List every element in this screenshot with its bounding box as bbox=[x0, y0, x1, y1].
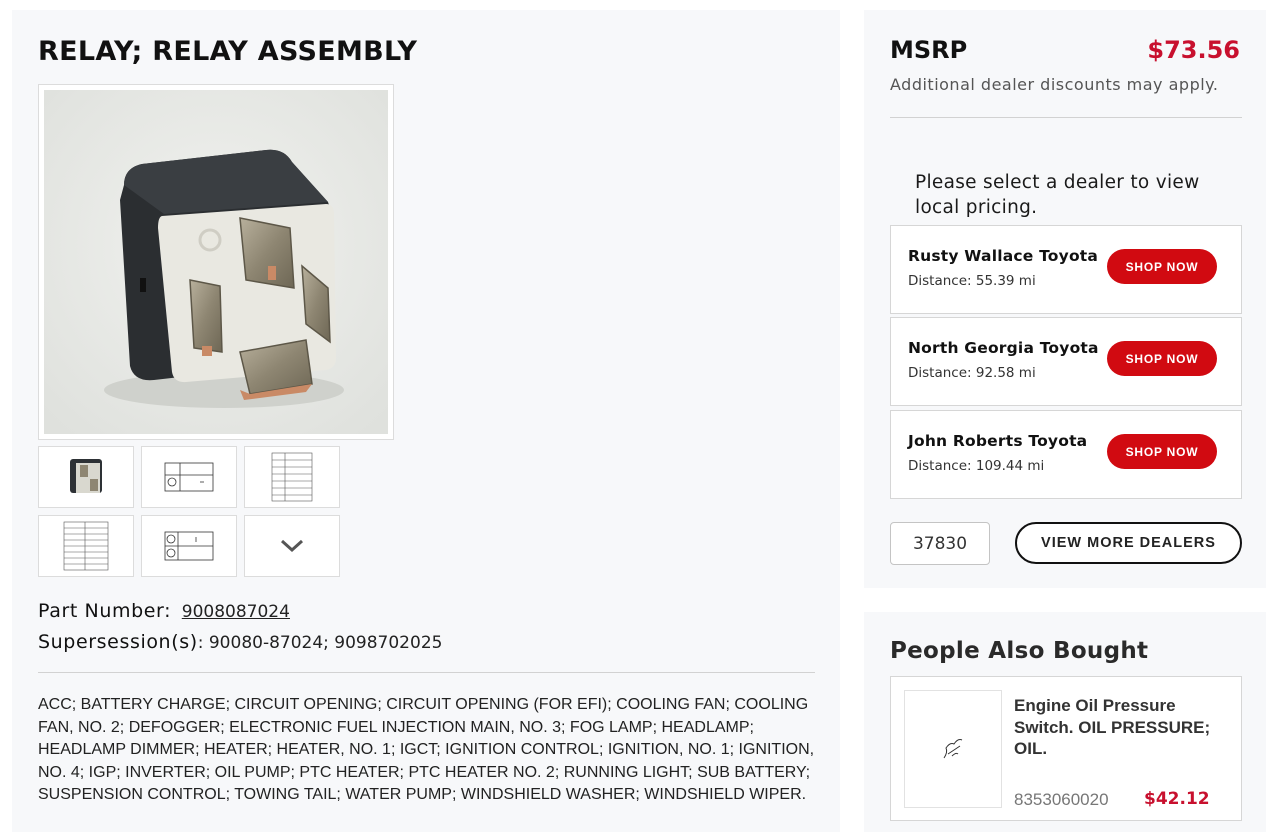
related-product-price: $42.12 bbox=[1144, 789, 1210, 809]
thumbnail-spec-table[interactable] bbox=[244, 446, 340, 508]
thumbnail-grid bbox=[38, 446, 344, 577]
dealer-distance: Distance: 92.58 mi bbox=[908, 365, 1036, 381]
main-product-image[interactable] bbox=[38, 84, 394, 440]
thumbnail-circuit-diagram[interactable] bbox=[141, 515, 237, 577]
relay-photo bbox=[44, 90, 388, 434]
related-product-name[interactable]: Engine Oil Pressure Switch. OIL PRESSURE… bbox=[1014, 695, 1229, 760]
dealer-name: Rusty Wallace Toyota bbox=[908, 247, 1099, 265]
dealer-prompt: Please select a dealer to view local pri… bbox=[915, 172, 1200, 218]
supersession-row: Supersession(s): 90080-87024; 9098702025 bbox=[38, 631, 442, 653]
dealer-name: John Roberts Toyota bbox=[908, 432, 1088, 450]
shop-now-button[interactable]: SHOP NOW bbox=[1107, 434, 1217, 469]
shop-now-button[interactable]: SHOP NOW bbox=[1107, 249, 1217, 284]
related-product-image[interactable] bbox=[904, 690, 1002, 808]
view-more-dealers-button[interactable]: VIEW MORE DEALERS bbox=[1015, 522, 1242, 564]
applications-text: ACC; BATTERY CHARGE; CIRCUIT OPENING; CI… bbox=[38, 696, 815, 804]
divider bbox=[38, 672, 815, 673]
section-title: People Also Bought bbox=[890, 638, 1149, 664]
part-number-link[interactable]: 9008087024 bbox=[182, 602, 290, 622]
msrp-price: $73.56 bbox=[1147, 36, 1240, 64]
discount-note: Additional dealer discounts may apply. bbox=[890, 75, 1219, 94]
dealer-name: North Georgia Toyota bbox=[908, 339, 1099, 357]
people-also-bought-panel: People Also Bought Engine Oil Pressure S… bbox=[864, 612, 1266, 832]
pricing-panel: MSRP $73.56 Additional dealer discounts … bbox=[864, 10, 1266, 588]
msrp-label: MSRP bbox=[890, 36, 968, 64]
dealer-card: North Georgia Toyota Distance: 92.58 mi … bbox=[890, 317, 1242, 406]
shop-now-button[interactable]: SHOP NOW bbox=[1107, 341, 1217, 376]
divider bbox=[890, 117, 1242, 118]
part-number-label: Part Number: bbox=[38, 600, 172, 622]
dealer-distance: Distance: 55.39 mi bbox=[908, 273, 1036, 289]
supersession-values: : 90080-87024; 9098702025 bbox=[197, 633, 443, 653]
part-number-row: Part Number: 9008087024 bbox=[38, 600, 290, 622]
thumbnail-more-button[interactable] bbox=[244, 515, 340, 577]
supersession-label: Supersession(s) bbox=[38, 631, 198, 653]
product-title: RELAY; RELAY ASSEMBLY bbox=[38, 36, 418, 67]
thumbnail-pin-diagram[interactable] bbox=[141, 446, 237, 508]
related-product-part-number: 8353060020 bbox=[1014, 790, 1109, 809]
chevron-down-icon bbox=[280, 539, 304, 553]
dealer-card: Rusty Wallace Toyota Distance: 55.39 mi … bbox=[890, 225, 1242, 314]
dealer-card: John Roberts Toyota Distance: 109.44 mi … bbox=[890, 410, 1242, 499]
related-product-card[interactable]: Engine Oil Pressure Switch. OIL PRESSURE… bbox=[890, 676, 1242, 821]
thumbnail-relay-photo[interactable] bbox=[38, 446, 134, 508]
product-detail-panel: RELAY; RELAY ASSEMBLY Part Number: 90080… bbox=[12, 10, 840, 832]
dealer-distance: Distance: 109.44 mi bbox=[908, 458, 1045, 474]
zip-code-input[interactable] bbox=[890, 522, 990, 565]
thumbnail-spec-table-2[interactable] bbox=[38, 515, 134, 577]
